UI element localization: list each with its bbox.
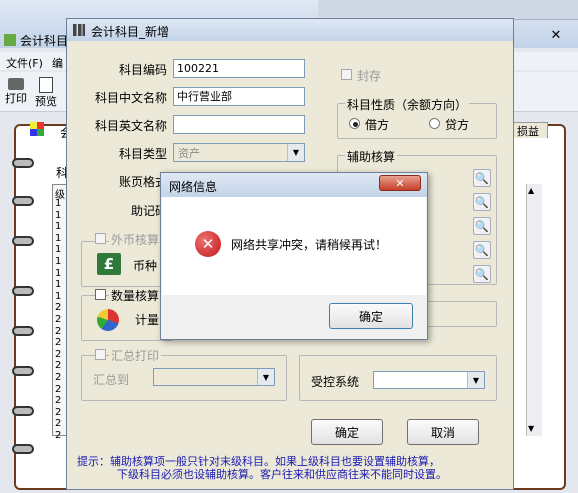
sealed-checkbox[interactable] <box>341 69 352 80</box>
app-icon <box>4 34 16 46</box>
debit-label: 借方 <box>365 118 390 132</box>
binder-ring <box>12 196 34 206</box>
summary-print-checkbox[interactable] <box>95 349 106 360</box>
binder-ring <box>12 236 34 246</box>
error-icon: ✕ <box>195 231 221 257</box>
message-text: 网络共享冲突，请稍候再试！ <box>231 238 388 252</box>
tab-profit-loss[interactable]: 损益 <box>508 122 548 138</box>
page-format-label: 账页格式 <box>118 175 167 189</box>
ledger-tab-icon <box>30 122 44 136</box>
name-cn-input[interactable]: 中行营业部 <box>173 87 305 106</box>
cancel-button[interactable]: 取消 <box>407 419 479 445</box>
scroll-up-icon[interactable]: ▲ <box>528 186 534 195</box>
message-ok-button[interactable]: 确定 <box>329 303 413 329</box>
aux-lookup-button[interactable]: 🔍 <box>473 241 491 259</box>
hint-line-2: 下级科目必须也设辅助核算。客户往来和供应商往来不能同时设置。 <box>117 468 447 481</box>
type-select[interactable]: 资产 ▼ <box>173 143 305 162</box>
ok-button-label: 确定 <box>334 425 359 440</box>
preview-label: 预览 <box>35 95 57 108</box>
name-en-input[interactable] <box>173 115 305 134</box>
controlled-system-select[interactable]: ▼ <box>373 371 485 389</box>
credit-label: 贷方 <box>445 118 470 132</box>
type-label: 科目类型 <box>118 147 167 161</box>
ok-button[interactable]: 确定 <box>311 419 383 445</box>
main-window-title: 会计科目 <box>20 34 69 48</box>
aux-lookup-button[interactable]: 🔍 <box>473 169 491 187</box>
chevron-down-icon: ▼ <box>467 372 484 388</box>
hint-line-1: 提示：辅助核算项一般只针对末级科目。如果上级科目也要设置辅助核算， <box>77 455 440 468</box>
tab-profit-loss-label: 损益 <box>517 125 539 138</box>
binder-ring <box>12 158 34 168</box>
code-input[interactable]: 100221 <box>173 59 305 78</box>
dialog-app-icon <box>73 24 85 36</box>
unit-label: 计量 <box>135 313 160 327</box>
debit-radio[interactable] <box>349 118 360 129</box>
binder-ring <box>12 366 34 376</box>
menu-file[interactable]: 文件(F) <box>6 55 43 71</box>
type-value: 资产 <box>178 147 200 160</box>
back-window-strip <box>318 0 578 20</box>
credit-radio[interactable] <box>429 118 440 129</box>
aux-group-title: 辅助核算 <box>345 148 398 165</box>
aux-lookup-button[interactable]: 🔍 <box>473 265 491 283</box>
summary-to-label: 汇总到 <box>93 373 130 387</box>
chevron-down-icon: ▼ <box>287 144 304 161</box>
message-close-button[interactable]: ✕ <box>379 175 421 191</box>
summary-to-select[interactable]: ▼ <box>153 368 275 386</box>
cancel-button-label: 取消 <box>430 425 455 440</box>
binder-ring <box>12 406 34 416</box>
print-label: 打印 <box>5 92 27 105</box>
currency-label: 币种 <box>133 259 158 273</box>
name-en-label: 科目英文名称 <box>94 119 167 133</box>
binder-ring <box>12 444 34 454</box>
code-label: 科目编码 <box>118 63 167 77</box>
close-icon: ✕ <box>395 177 405 190</box>
aux-lookup-button[interactable]: 🔍 <box>473 217 491 235</box>
hint-text: 提示：辅助核算项一般只针对末级科目。如果上级科目也要设置辅助核算， 下级科目必须… <box>77 455 505 481</box>
mnemonic-label: 助记码 <box>130 204 167 218</box>
printer-icon <box>8 78 24 90</box>
quantity-checkbox[interactable] <box>95 289 106 300</box>
preview-button[interactable]: 预览 <box>32 76 60 110</box>
chevron-down-icon: ▼ <box>257 369 274 385</box>
summary-print-label: 汇总打印 <box>109 347 162 364</box>
foreign-currency-checkbox[interactable] <box>95 233 106 244</box>
message-box: 网络信息 ✕ ✕ 网络共享冲突，请稍候再试！ 确定 <box>160 172 428 340</box>
grid-scrollbar[interactable] <box>526 184 542 436</box>
message-box-title: 网络信息 <box>169 180 218 194</box>
binder-ring <box>12 286 34 296</box>
preview-icon <box>39 77 53 93</box>
scroll-down-icon[interactable]: ▼ <box>528 424 534 433</box>
sealed-label: 封存 <box>357 69 382 83</box>
name-cn-label: 科目中文名称 <box>94 91 167 105</box>
print-button[interactable]: 打印 <box>3 76 29 110</box>
foreign-currency-label: 外币核算 <box>109 231 162 248</box>
currency-pound-icon: £ <box>97 253 121 275</box>
aux-lookup-button[interactable]: 🔍 <box>473 193 491 211</box>
controlled-system-label: 受控系统 <box>311 375 360 389</box>
binder-ring <box>12 326 34 336</box>
nature-group-title: 科目性质（余额方向） <box>345 96 470 113</box>
quantity-label: 数量核算 <box>109 287 162 304</box>
quantity-chart-icon <box>97 309 119 331</box>
menu-edit[interactable]: 编 <box>52 55 63 71</box>
main-close-icon[interactable]: ✕ <box>544 28 568 44</box>
message-ok-label: 确定 <box>358 309 383 324</box>
dialog-title: 会计科目_新增 <box>91 25 170 39</box>
